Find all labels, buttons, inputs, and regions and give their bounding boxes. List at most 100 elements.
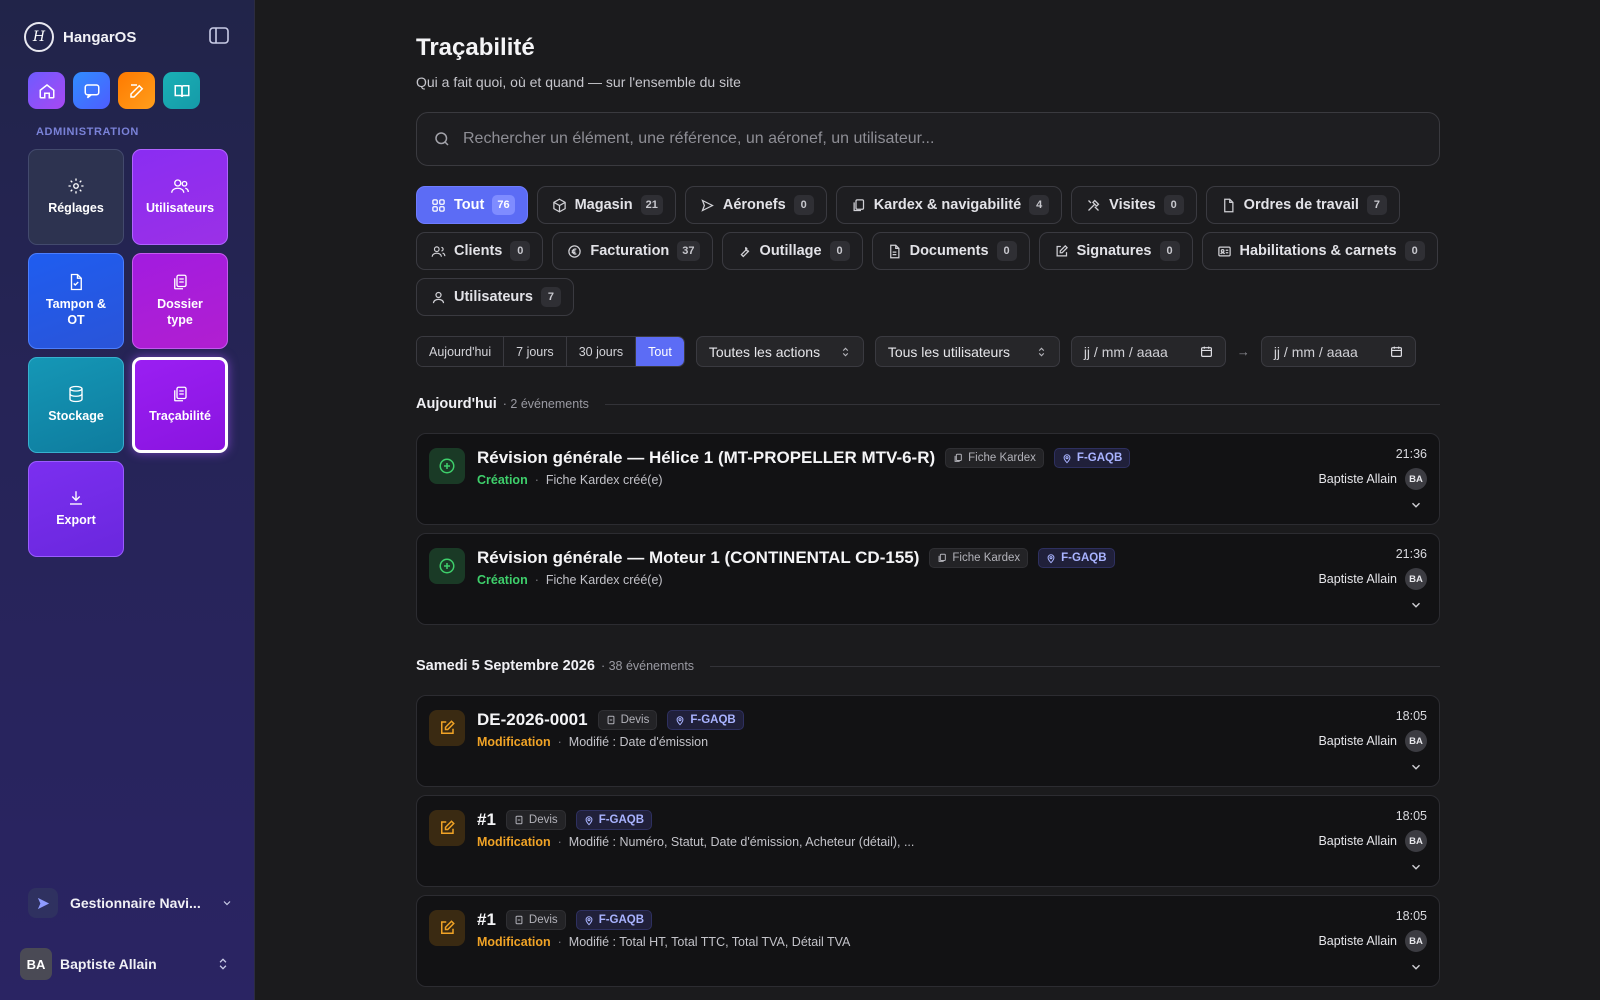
page-title: Traçabilité [416, 34, 535, 61]
document-icon [607, 715, 614, 725]
filter-tooling[interactable]: Outillage 0 [721, 232, 863, 270]
document-icon [515, 815, 523, 825]
filter-label: Documents [909, 243, 989, 259]
users-icon [431, 245, 446, 257]
chevron-down-icon[interactable] [1409, 760, 1423, 774]
event-card[interactable]: DE-2026-0001 Devis F-GAQB Modification ·… [416, 695, 1440, 787]
avatar: BA [1405, 830, 1427, 852]
filter-all[interactable]: Tout 76 [416, 186, 528, 224]
period-7-days[interactable]: 7 jours [504, 337, 567, 366]
filter-documents[interactable]: Documents 0 [871, 232, 1030, 270]
filter-count: 7 [1366, 195, 1387, 215]
filter-aircraft[interactable]: Aéronefs 0 [684, 186, 827, 224]
copy-icon [938, 553, 947, 562]
chevron-updown-icon [219, 958, 227, 970]
pen-square-icon [1056, 244, 1068, 256]
date-to-field[interactable]: jj / mm / aaaa [1260, 336, 1416, 367]
edit-icon [429, 710, 465, 746]
period-today[interactable]: Aujourd'hui [417, 337, 505, 366]
home-button[interactable] [28, 72, 65, 109]
aircraft-badge[interactable]: F-GAQB [1038, 548, 1115, 568]
filter-users[interactable]: Utilisateurs 7 [416, 278, 574, 316]
filter-work-orders[interactable]: Ordres de travail 7 [1205, 186, 1400, 224]
avatar: BA [1405, 730, 1427, 752]
aircraft-badge[interactable]: F-GAQB [575, 910, 653, 930]
filter-label: Tout [454, 197, 485, 213]
tools-icon [1088, 199, 1100, 211]
aircraft-badge[interactable]: F-GAQB [667, 710, 744, 730]
group-header: Samedi 5 Septembre 2026 · 38 événements [416, 658, 1440, 674]
tile-users[interactable]: Utilisateurs [132, 149, 228, 245]
folder-copy-icon [174, 274, 187, 290]
separator-dot: · [557, 735, 562, 749]
location-pin-icon [1047, 553, 1055, 563]
event-kind-badge: Devis [505, 910, 566, 930]
event-card[interactable]: Révision générale — Moteur 1 (CONTINENTA… [416, 533, 1440, 625]
section-label-administration: ADMINISTRATION [36, 126, 139, 138]
event-description: Modifié : Date d'émission [568, 735, 709, 749]
period-all[interactable]: Tout [636, 337, 684, 366]
filter-store[interactable]: Magasin 21 [536, 186, 676, 224]
quick-actions [28, 72, 200, 109]
users-select[interactable]: Tous les utilisateurs [874, 336, 1060, 367]
event-user-name: Baptiste Allain [1318, 934, 1397, 948]
event-time: 18:05 [1395, 809, 1427, 823]
event-description: Fiche Kardex créé(e) [545, 473, 663, 487]
book-button[interactable] [163, 72, 200, 109]
chevron-down-icon[interactable] [1409, 860, 1423, 874]
edit-button[interactable] [118, 72, 155, 109]
users-select-value: Tous les utilisateurs [887, 343, 1010, 360]
avatar: BA [20, 948, 52, 980]
filter-count: 0 [793, 195, 814, 215]
edit-icon [429, 910, 465, 946]
tile-settings[interactable]: Réglages [28, 149, 124, 245]
event-card[interactable]: Révision générale — Hélice 1 (MT-PROPELL… [416, 433, 1440, 525]
aircraft-label: F-GAQB [598, 914, 645, 926]
filter-visits[interactable]: Visites 0 [1071, 186, 1197, 224]
chevron-down-icon[interactable] [1409, 960, 1423, 974]
app-name: HangarOS [63, 28, 137, 46]
tile-stamp-ot[interactable]: Tampon & OT [28, 253, 124, 349]
aircraft-badge[interactable]: F-GAQB [1053, 448, 1131, 468]
filter-licenses[interactable]: Habilitations & carnets 0 [1201, 232, 1438, 270]
brand[interactable]: H HangarOS [24, 22, 136, 52]
date-from-field[interactable]: jj / mm / aaaa [1070, 336, 1226, 367]
event-action: Modification [477, 735, 551, 749]
tile-folder-type[interactable]: Dossier type [132, 253, 228, 349]
group-count: · 38 événements [600, 659, 695, 673]
event-card[interactable]: #1 Devis F-GAQB Modification · Modifié :… [416, 895, 1440, 987]
event-title: #1 [477, 810, 496, 829]
event-action: Modification [477, 935, 551, 949]
role-switcher[interactable]: Gestionnaire Navi... [28, 888, 233, 918]
search-input[interactable] [463, 130, 1363, 148]
chat-button[interactable] [73, 72, 110, 109]
chevron-down-icon[interactable] [1409, 498, 1423, 512]
admin-tiles: Réglages Utilisateurs Tampon & OT Dossie… [28, 149, 228, 557]
tile-storage[interactable]: Stockage [28, 357, 124, 453]
sidebar-toggle-icon[interactable] [208, 26, 230, 46]
filter-clients[interactable]: Clients 0 [416, 232, 544, 270]
filter-signatures[interactable]: Signatures 0 [1038, 232, 1193, 270]
filter-label: Outillage [759, 243, 822, 259]
grid-icon [432, 198, 445, 212]
event-kind-label: Devis [528, 914, 558, 926]
filter-kardex[interactable]: Kardex & navigabilité 4 [835, 186, 1063, 224]
period-30-days[interactable]: 30 jours [566, 337, 637, 366]
actions-select[interactable]: Toutes les actions [695, 336, 864, 367]
user-name: Baptiste Allain [60, 956, 157, 972]
filter-label: Signatures [1076, 243, 1152, 259]
logo-icon: H [24, 22, 54, 52]
box-icon [552, 198, 566, 212]
calendar-icon [1390, 346, 1402, 357]
user-menu[interactable]: BA Baptiste Allain [20, 948, 230, 980]
event-card[interactable]: #1 Devis F-GAQB Modification · Modifié :… [416, 795, 1440, 887]
separator-dot: · [534, 573, 539, 587]
filter-count: 0 [1404, 241, 1425, 261]
aircraft-badge[interactable]: F-GAQB [575, 810, 653, 830]
plus-circle-icon [429, 548, 465, 584]
chevron-down-icon[interactable] [1409, 598, 1423, 612]
document-icon [1223, 198, 1234, 212]
tile-traceability[interactable]: Traçabilité [132, 357, 228, 453]
filter-billing[interactable]: Facturation 37 [552, 232, 713, 270]
tile-export[interactable]: Export [28, 461, 124, 557]
